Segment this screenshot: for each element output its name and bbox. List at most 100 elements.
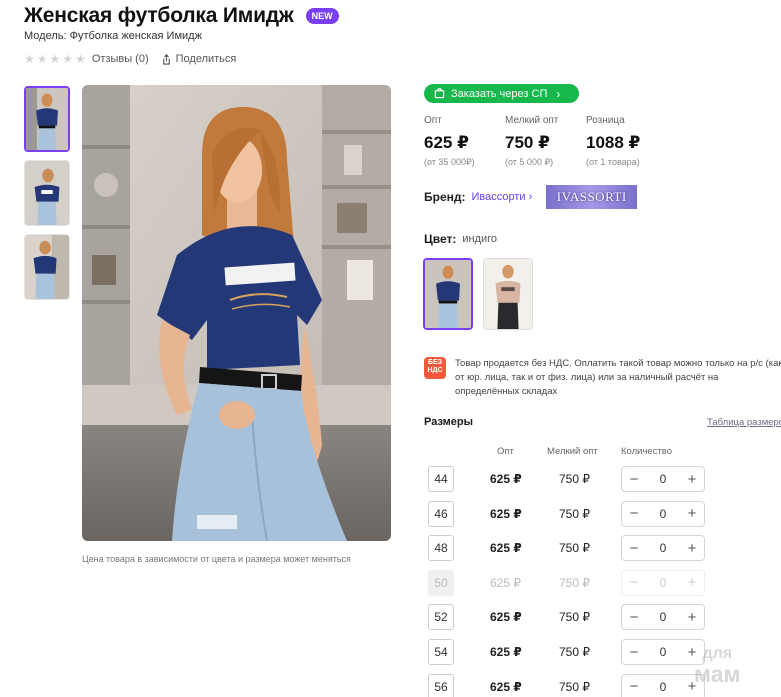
size-label: 48: [428, 535, 454, 562]
price-value: 625 ₽: [424, 133, 469, 152]
size-price-opt: 625 ₽: [490, 679, 522, 694]
brand-link[interactable]: Ивассорти ›: [472, 191, 533, 203]
quantity-stepper[interactable]: − 0 +: [621, 535, 705, 562]
minus-icon[interactable]: −: [628, 609, 640, 626]
size-price-small-opt: 750 ₽: [559, 575, 590, 590]
price-small-opt: Мелкий опт 750 ₽ (от 5 000 ₽): [505, 115, 586, 168]
plus-icon[interactable]: +: [686, 540, 698, 557]
price-value: 750 ₽: [505, 133, 550, 152]
quantity-stepper[interactable]: − 0 +: [621, 604, 705, 631]
brand-logo[interactable]: IVASSORTI: [546, 185, 638, 209]
sizes-heading: Размеры: [424, 416, 474, 428]
plus-icon[interactable]: +: [686, 609, 698, 626]
photo-caption: Цена товара в зависимости от цвета и раз…: [82, 554, 351, 564]
share-icon: [162, 53, 170, 65]
minus-icon[interactable]: −: [628, 505, 640, 522]
size-price-small-opt: 750 ₽: [559, 610, 590, 625]
plus-icon: +: [687, 574, 697, 592]
minus-icon[interactable]: −: [628, 471, 640, 488]
color-label: Цвет:: [424, 232, 457, 246]
price-label: Мелкий опт: [505, 115, 559, 126]
size-price-opt: 625 ₽: [490, 610, 522, 625]
watermark-line2: мам: [694, 661, 741, 687]
plus-icon[interactable]: +: [686, 505, 698, 522]
product-photo-image: [82, 85, 391, 541]
order-sp-button[interactable]: Заказать через СП ›: [424, 84, 579, 103]
size-price-small-opt: 750 ₽: [559, 679, 590, 694]
thumbnail-3[interactable]: [24, 234, 70, 300]
size-row: 52 625 ₽ 750 ₽ − 0 +: [424, 604, 781, 632]
minus-icon[interactable]: −: [628, 540, 640, 557]
quantity-value: 0: [659, 506, 667, 521]
quantity-value: 0: [659, 541, 667, 556]
size-label: 46: [428, 500, 454, 527]
star-icon: ★: [36, 52, 48, 66]
size-price-small-opt: 750 ₽: [559, 472, 590, 486]
no-vat-icon: БЕЗ НДС: [424, 357, 446, 379]
minus-icon[interactable]: −: [628, 678, 640, 695]
brand-name: Ивассорти: [471, 191, 526, 203]
quantity-value: 0: [659, 645, 667, 659]
quantity-stepper[interactable]: −0 +: [621, 673, 705, 697]
quantity-value: 0: [659, 575, 667, 590]
thumbnail-2[interactable]: [24, 160, 70, 226]
plus-icon[interactable]: +: [686, 471, 698, 488]
size-price-small-opt: 750 ₽: [559, 506, 590, 521]
size-row: 44 625 ₽ 750 ₽ − 0 +: [424, 466, 781, 494]
minus-icon: −: [629, 574, 639, 592]
vat-text: Товар продается без НДС. Оплатить такой …: [455, 358, 781, 397]
cart-icon: [434, 88, 445, 99]
meta-row: ★ ★ ★ ★ ★ Отзывы (0) Поделиться: [24, 53, 236, 65]
quantity-stepper[interactable]: − 0 +: [621, 466, 705, 492]
main-product-photo[interactable]: [82, 85, 391, 541]
size-label: 50: [428, 569, 454, 596]
watermark: для мам: [694, 644, 741, 687]
quantity-stepper: − 0 +: [621, 569, 705, 596]
size-price-small-opt: 750 ₽: [559, 541, 590, 556]
size-row: 48 625 ₽ 750 ₽ − 0 +: [424, 535, 781, 563]
quantity-stepper[interactable]: −0 +: [621, 639, 705, 665]
swatch-image: [484, 259, 532, 329]
color-row: Цвет: индиго: [424, 232, 497, 246]
star-icon: ★: [24, 52, 35, 66]
order-sp-label: Заказать через СП: [451, 87, 548, 100]
size-row: 50 625 ₽ 750 ₽ − 0 +: [424, 569, 781, 598]
brand-row: Бренд: Ивассорти › IVASSORTI: [424, 185, 638, 209]
color-value: индиго: [462, 233, 498, 245]
swatch-indigo[interactable]: [423, 258, 473, 330]
share-button[interactable]: Поделиться: [161, 53, 236, 65]
price-label: Розница: [586, 115, 625, 126]
swatch-beige[interactable]: [483, 258, 533, 330]
column-qty: Количество: [621, 446, 673, 457]
thumbnail-image: [25, 161, 69, 225]
product-title: Женская футболка Имидж: [24, 4, 294, 27]
title-row: Женская футболка Имидж NEW: [24, 4, 339, 28]
price-block: Опт 625 ₽ (от 35 000₽) Мелкий опт 750 ₽ …: [424, 115, 667, 168]
quantity-value: 0: [659, 610, 667, 625]
swatch-image: [425, 260, 471, 328]
thumbnail-1[interactable]: [24, 86, 70, 152]
star-icon: ★: [49, 52, 61, 66]
star-icon: ★: [75, 52, 86, 66]
price-retail: Розница 1088 ₽ (от 1 товара): [586, 115, 667, 168]
star-icon: ★: [62, 52, 74, 66]
size-label: 44: [428, 466, 454, 492]
size-price-opt: 625 ₽: [490, 472, 522, 486]
quantity-stepper[interactable]: − 0 +: [621, 500, 705, 527]
size-label: 56: [428, 673, 454, 697]
thumbnail-image: [25, 235, 69, 299]
price-label: Опт: [424, 115, 442, 126]
size-price-opt: 625 ₽: [490, 506, 522, 521]
column-small-opt: Мелкий опт: [547, 446, 598, 457]
quantity-value: 0: [659, 472, 667, 486]
reviews-link[interactable]: Отзывы (0): [92, 53, 149, 65]
brand-label: Бренд:: [424, 190, 466, 204]
price-note: (от 35 000₽): [424, 157, 475, 167]
quantity-value: 0: [659, 679, 667, 694]
thumbnail-list: [24, 86, 70, 300]
price-note: (от 5 000 ₽): [505, 157, 554, 167]
size-label: 54: [428, 639, 454, 665]
minus-icon[interactable]: −: [628, 644, 640, 661]
thumbnail-image: [26, 88, 68, 150]
size-table-link[interactable]: Таблица размеров: [707, 417, 781, 428]
